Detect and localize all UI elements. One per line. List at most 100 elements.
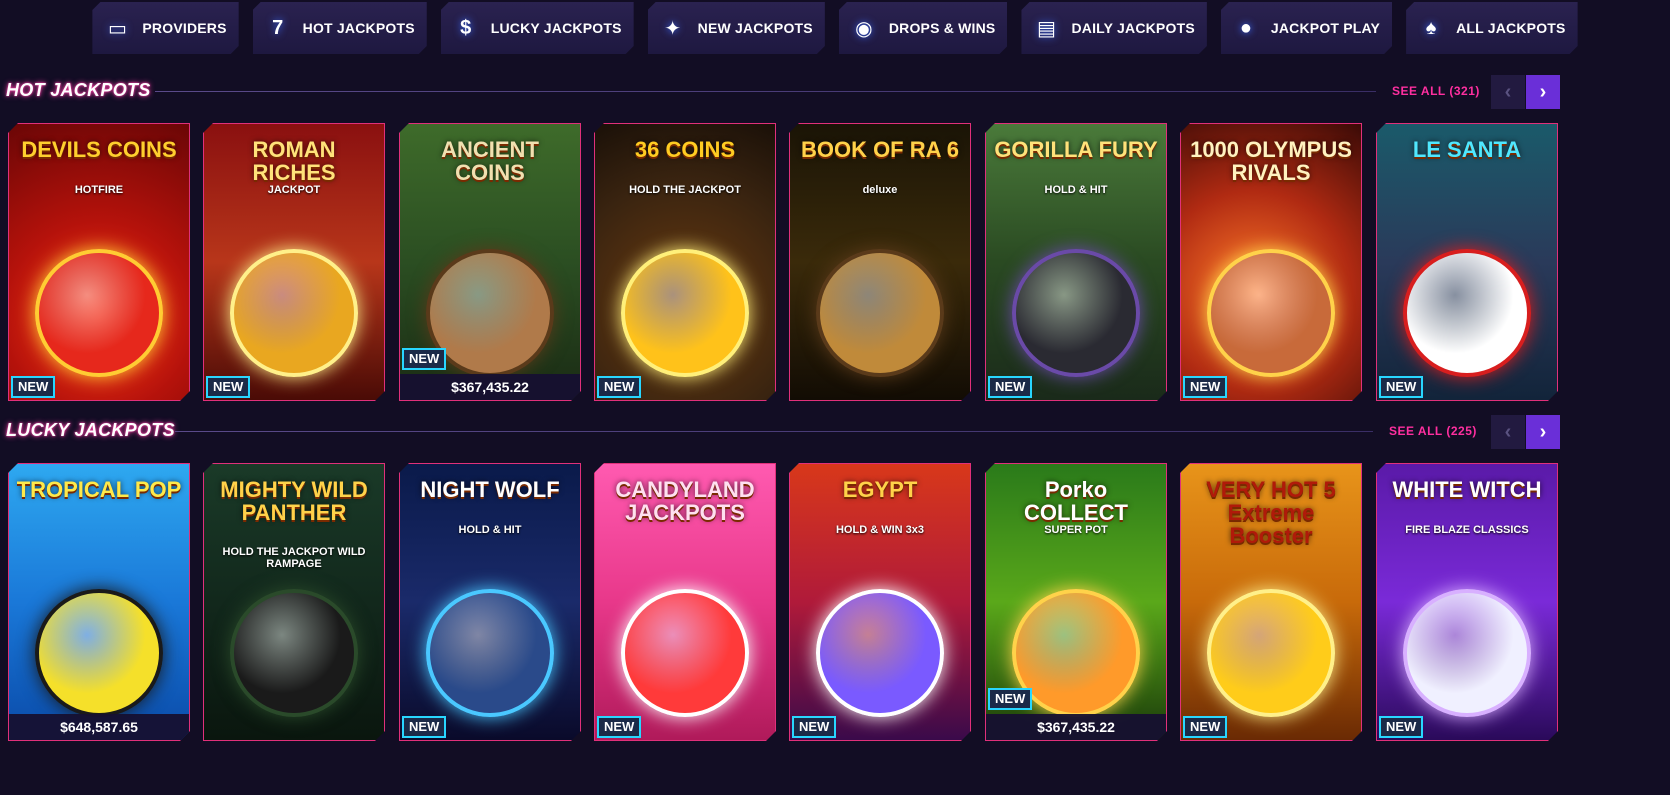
section-divider	[175, 431, 1373, 432]
game-subtitle: SUPER POT	[1044, 524, 1108, 536]
new-badge: NEW	[402, 348, 446, 370]
game-title: LE SANTA	[1412, 137, 1522, 162]
game-tile[interactable]: ANCIENT COINS $367,435.22 NEW	[399, 123, 581, 401]
game-title: 36 COINS	[634, 137, 736, 162]
game-tile[interactable]: 36 COINS HOLD THE JACKPOT NEW	[594, 123, 776, 401]
nav-lucky-jackpots[interactable]: $ LUCKY JACKPOTS	[441, 2, 634, 54]
game-tile[interactable]: CANDYLAND JACKPOTS NEW	[594, 463, 776, 741]
game-tile[interactable]: TROPICAL POP $648,587.65	[8, 463, 190, 741]
new-badge: NEW	[597, 716, 641, 738]
game-subtitle: HOLD THE JACKPOT WILD RAMPAGE	[222, 546, 366, 570]
jackpot-amount: $367,435.22	[986, 714, 1166, 740]
game-title: CANDYLAND JACKPOTS	[615, 477, 755, 526]
bomb-icon: ●	[1239, 16, 1252, 39]
game-tile[interactable]: WHITE WITCH FIRE BLAZE CLASSICS NEW	[1376, 463, 1558, 741]
new-badge: NEW	[402, 716, 446, 738]
section-title: LUCKY JACKPOTS	[6, 420, 175, 440]
see-all-link[interactable]: SEE ALL (321)	[1392, 84, 1480, 98]
nav-label: HOT JACKPOTS	[302, 20, 415, 36]
new-badge: NEW	[1183, 716, 1227, 738]
prev-arrow-button[interactable]: ‹	[1491, 75, 1525, 109]
game-character-image	[35, 249, 163, 377]
game-title: 1000 OLYMPUS RIVALS	[1190, 137, 1352, 186]
game-tile[interactable]: BOOK OF RA 6 deluxe	[789, 123, 971, 401]
hot-jackpots-row: DEVILS COINS HOTFIRE NEW ROMAN RICHES JACKPO…	[0, 123, 1670, 403]
new-badge: NEW	[988, 688, 1032, 710]
seven-icon: 7	[272, 16, 284, 39]
new-badge: NEW	[1379, 376, 1423, 398]
lucky-jackpots-header: LUCKY JACKPOTS SEE ALL (225) ‹ ›	[0, 414, 1670, 450]
game-title: ROMAN RICHES	[252, 137, 336, 186]
new-badge: NEW	[206, 376, 250, 398]
folder-icon: ▭	[107, 17, 127, 40]
game-subtitle: HOTFIRE	[74, 184, 124, 196]
next-arrow-button[interactable]: ›	[1526, 75, 1560, 109]
nav-label: ALL JACKPOTS	[1456, 20, 1566, 36]
game-title: TROPICAL POP	[16, 477, 182, 502]
nav-providers[interactable]: ▭ PROVIDERS	[92, 2, 238, 54]
game-subtitle: HOLD THE JACKPOT	[629, 184, 741, 196]
game-character-image	[35, 589, 163, 717]
game-character-image	[1403, 249, 1531, 377]
game-title: EGYPT	[842, 477, 918, 502]
game-tile[interactable]: GORILLA FURY HOLD & HIT NEW	[985, 123, 1167, 401]
game-tile[interactable]: NIGHT WOLF HOLD & HIT NEW	[399, 463, 581, 741]
game-tile[interactable]: EGYPT HOLD & WIN 3x3 NEW	[789, 463, 971, 741]
money-bag-icon: $	[460, 16, 472, 39]
game-title: ANCIENT COINS	[441, 137, 539, 186]
nav-all-jackpots[interactable]: ♠ ALL JACKPOTS	[1406, 2, 1578, 54]
jackpots-page: ▭ PROVIDERS 7 HOT JACKPOTS $ LUCKY JACKPOTS ✦ N…	[0, 0, 1670, 795]
game-subtitle: HOLD & HIT	[1044, 184, 1108, 196]
game-tile[interactable]: MIGHTY WILD PANTHER HOLD THE JACKPOT WILD…	[203, 463, 385, 741]
drops-wins-icon: ◉	[855, 17, 873, 40]
jackpot-amount: $648,587.65	[9, 714, 189, 740]
game-tile[interactable]: VERY HOT 5 Extreme Booster NEW	[1180, 463, 1362, 741]
game-title: MIGHTY WILD PANTHER	[220, 477, 368, 526]
new-badge: NEW	[597, 376, 641, 398]
nav-drops-wins[interactable]: ◉ DROPS & WINS	[839, 2, 1008, 54]
game-tile[interactable]: Porko COLLECT SUPER POT $367,435.22 NEW	[985, 463, 1167, 741]
card-suits-icon: ♠	[1425, 16, 1437, 39]
game-subtitle: HOLD & HIT	[458, 524, 522, 536]
nav-hot-jackpots[interactable]: 7 HOT JACKPOTS	[253, 2, 427, 54]
prev-arrow-button[interactable]: ‹	[1491, 415, 1525, 449]
game-character-image	[230, 249, 358, 377]
jackpot-amount: $367,435.22	[400, 374, 580, 400]
game-title: GORILLA FURY	[994, 137, 1158, 162]
game-character-image	[1207, 589, 1335, 717]
game-character-image	[1012, 249, 1140, 377]
nav-label: NEW JACKPOTS	[697, 20, 813, 36]
game-title: DEVILS COINS	[21, 137, 177, 162]
section-title: HOT JACKPOTS	[6, 80, 151, 100]
game-character-image	[1403, 589, 1531, 717]
next-arrow-button[interactable]: ›	[1526, 415, 1560, 449]
nav-label: DROPS & WINS	[888, 20, 996, 36]
nav-daily-jackpots[interactable]: ▤ DAILY JACKPOTS	[1021, 2, 1206, 54]
game-character-image	[621, 249, 749, 377]
game-title: VERY HOT 5 Extreme Booster	[1206, 477, 1336, 549]
game-subtitle: JACKPOT	[267, 184, 321, 196]
new-badge: NEW	[792, 716, 836, 738]
nav-jackpot-play[interactable]: ● JACKPOT PLAY	[1221, 2, 1392, 54]
calendar-icon: ▤	[1037, 17, 1056, 40]
sparkles-icon: ✦	[664, 17, 682, 40]
game-subtitle: HOLD & WIN 3x3	[835, 524, 924, 536]
nav-label: DAILY JACKPOTS	[1071, 20, 1195, 36]
game-tile[interactable]: 1000 OLYMPUS RIVALS NEW	[1180, 123, 1362, 401]
game-character-image	[426, 589, 554, 717]
new-badge: NEW	[988, 376, 1032, 398]
game-tile[interactable]: DEVILS COINS HOTFIRE NEW	[8, 123, 190, 401]
see-all-link[interactable]: SEE ALL (225)	[1389, 424, 1477, 438]
nav-label: JACKPOT PLAY	[1270, 20, 1381, 36]
hot-jackpots-header: HOT JACKPOTS SEE ALL (321) ‹ ›	[0, 74, 1670, 110]
nav-new-jackpots[interactable]: ✦ NEW JACKPOTS	[648, 2, 825, 54]
category-nav: ▭ PROVIDERS 7 HOT JACKPOTS $ LUCKY JACKPOTS ✦ N…	[0, 2, 1670, 54]
game-character-image	[1207, 249, 1335, 377]
game-tile[interactable]: ROMAN RICHES JACKPOT NEW	[203, 123, 385, 401]
game-tile[interactable]: LE SANTA NEW	[1376, 123, 1558, 401]
game-title: NIGHT WOLF	[420, 477, 560, 502]
section-divider	[155, 91, 1376, 92]
game-title: WHITE WITCH	[1392, 477, 1542, 502]
nav-label: PROVIDERS	[142, 20, 227, 36]
game-character-image	[621, 589, 749, 717]
